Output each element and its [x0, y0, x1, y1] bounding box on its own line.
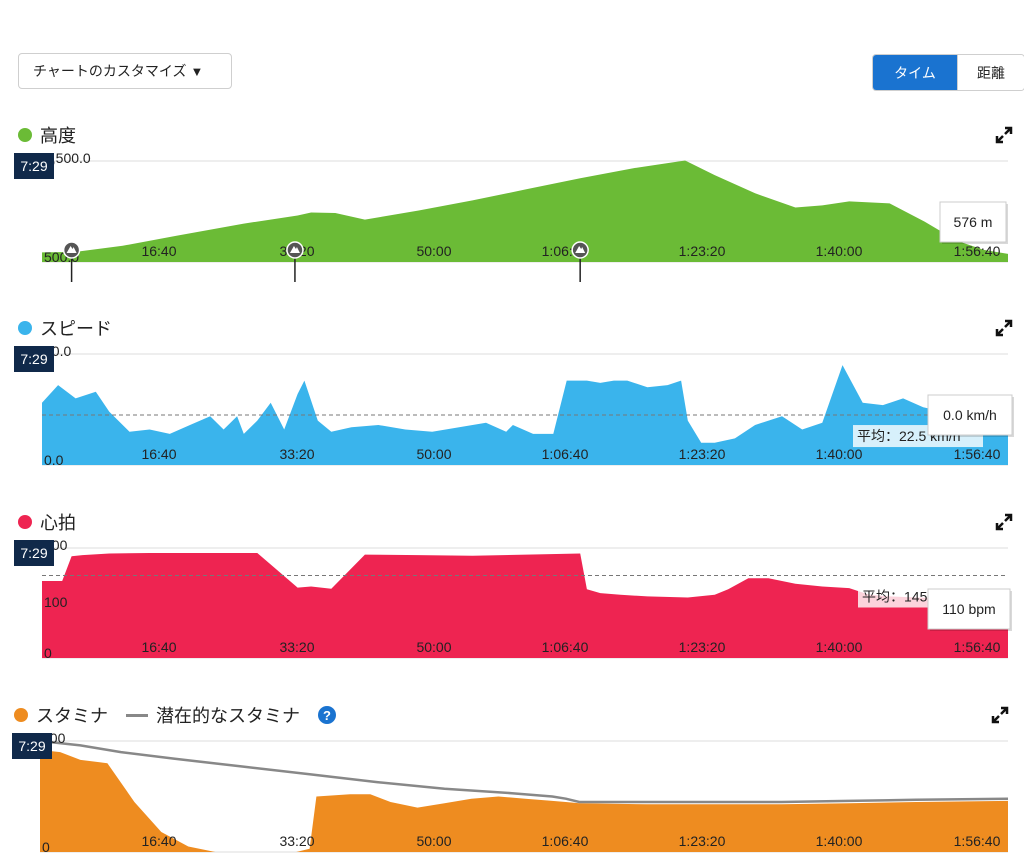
stamina-x-tick-label: 1:06:40 [542, 833, 589, 849]
stamina-x-tick-label: 1:40:00 [816, 833, 863, 849]
stamina-x-tick-label: 1:56:40 [954, 833, 1001, 849]
stamina-y-tick-label: 0 [42, 839, 50, 855]
stamina-chart[interactable]: 16:40 33:20 50:00 1:06:40 1:23:20 1:40:00 1:56… [0, 0, 1024, 867]
stamina-x-tick-label: 33:20 [279, 833, 314, 849]
stamina-x-tick-label: 50:00 [416, 833, 451, 849]
stamina-cursor-label: 7:29 [18, 738, 45, 754]
stamina-potential-line [39, 739, 1009, 804]
stamina-x-tick-label: 1:23:20 [679, 833, 726, 849]
stamina-x-tick-label: 16:40 [141, 833, 176, 849]
